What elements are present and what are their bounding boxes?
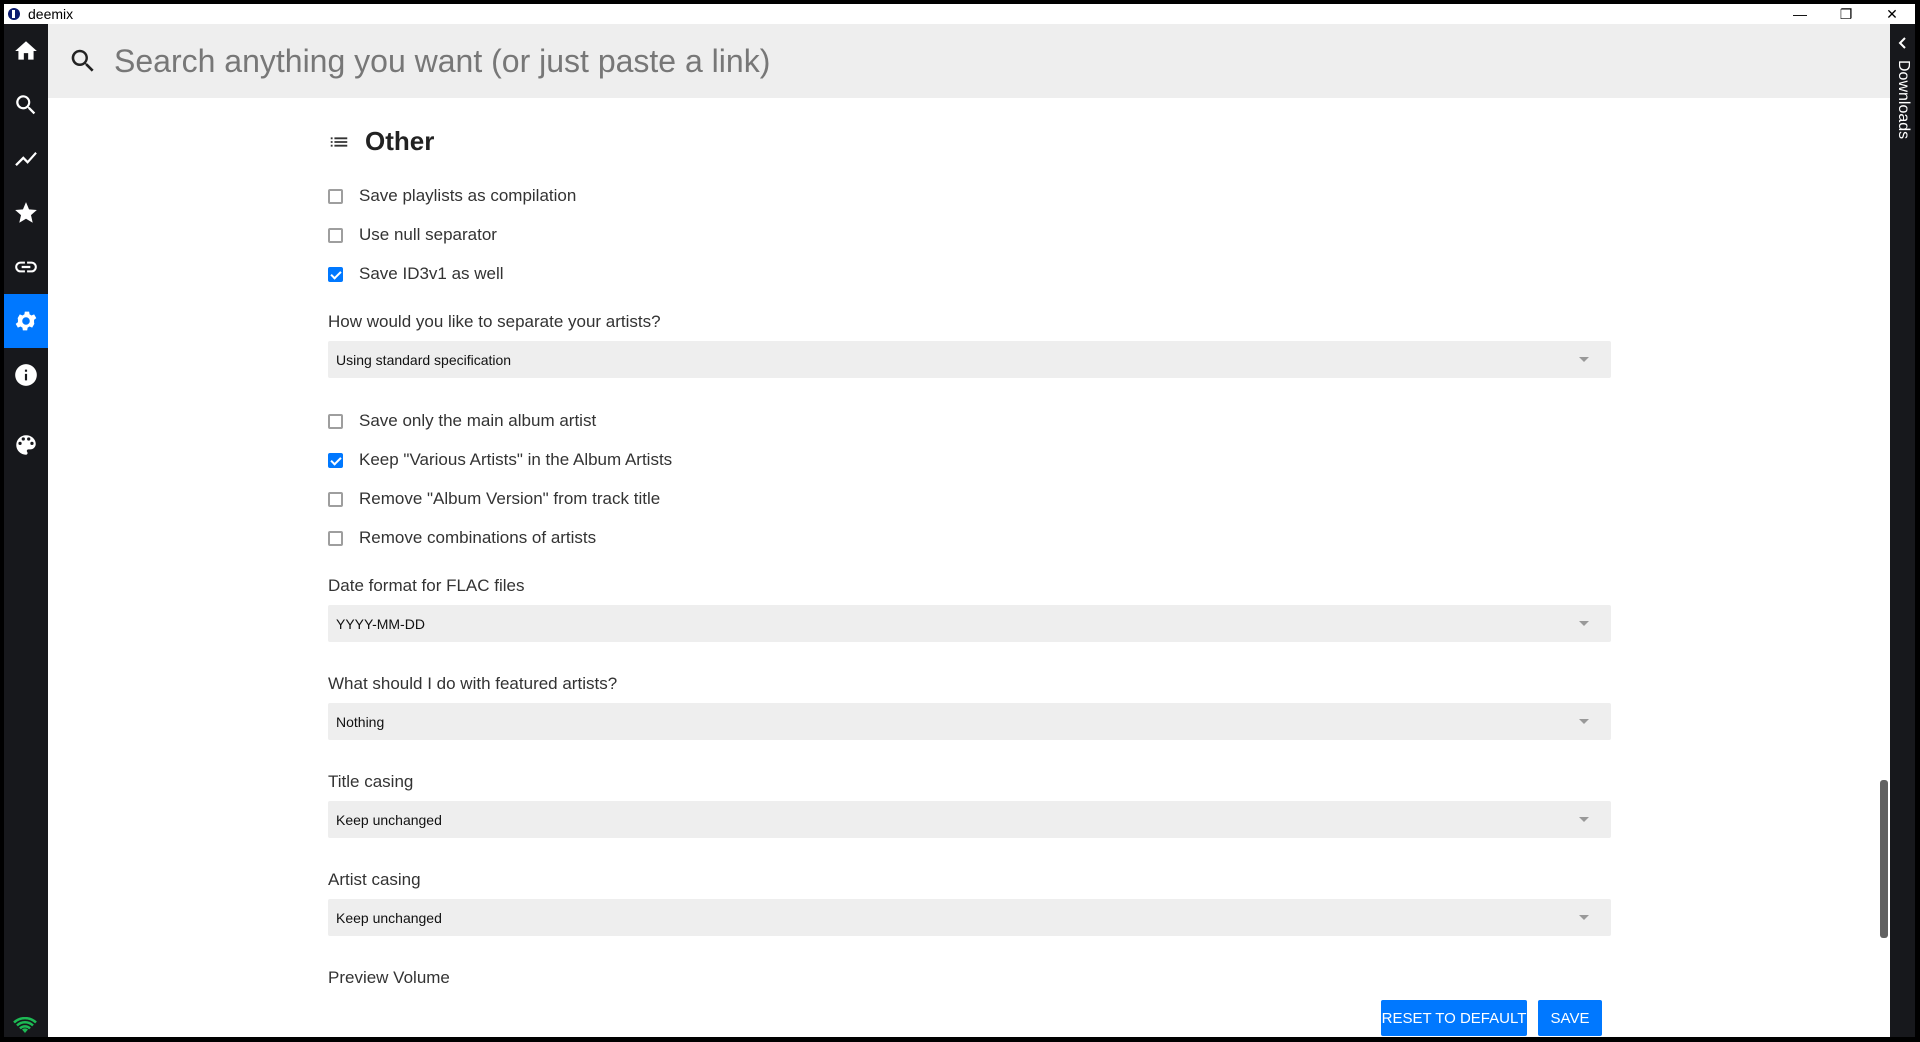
checkbox-remove-artist-combinations[interactable]: Remove combinations of artists [328,525,596,551]
link-icon [15,261,37,273]
checkbox-label: Save ID3v1 as well [359,264,504,283]
charts-icon [15,151,37,167]
select-value: YYYY-MM-DD [336,615,425,632]
artist-casing-label: Artist casing [328,870,421,889]
search-icon [16,95,36,115]
window-controls: — ❐ ✕ [1777,4,1915,24]
checkbox-label: Remove "Album Version" from track title [359,489,661,508]
select-value: Using standard specification [336,351,512,368]
title-casing-select[interactable]: Keep unchanged [328,801,1611,838]
palette-icon [16,435,36,455]
dropdown-caret-icon [1579,357,1589,362]
dropdown-caret-icon [1579,915,1589,920]
section-title: Other [365,126,435,156]
close-button[interactable]: ✕ [1869,4,1915,24]
dropdown-caret-icon [1579,621,1589,626]
checkbox[interactable] [328,227,343,243]
sidebar-item-search[interactable] [4,78,48,132]
sidebar-item-settings[interactable] [4,294,48,348]
minimize-button[interactable]: — [1777,4,1823,24]
list-icon [330,136,348,147]
checkbox-remove-album-version[interactable]: Remove "Album Version" from track title [328,486,660,512]
downloads-label: Downloads [1895,60,1912,140]
sidebar-item-theme[interactable] [4,418,48,472]
sidebar-item-charts[interactable] [4,132,48,186]
checkbox-save-id3v1[interactable]: Save ID3v1 as well [328,261,504,287]
select-value: Nothing [336,713,385,730]
featured-artists-select[interactable]: Nothing [328,703,1611,740]
search-icon [71,49,94,72]
checkbox[interactable] [328,413,343,429]
title-casing-label: Title casing [328,772,414,791]
checkbox-label: Use null separator [359,225,497,244]
checkbox-use-null-separator[interactable]: Use null separator [328,222,497,248]
checkbox-label: Remove combinations of artists [359,528,597,547]
checkbox-save-playlists-compilation[interactable]: Save playlists as compilation [328,183,576,209]
save-button[interactable]: SAVE [1538,1000,1602,1036]
checkbox[interactable] [328,530,343,546]
reset-to-default-button[interactable]: RESET TO DEFAULT [1381,1000,1527,1036]
sidebar [4,24,48,1037]
settings-content: Other Save playlists as compilation Use … [48,98,1880,1037]
wifi-icon [13,1017,37,1033]
checkbox-save-main-album-artist[interactable]: Save only the main album artist [328,408,596,434]
title-bar: deemix — ❐ ✕ [4,4,1915,24]
sidebar-item-link-analyzer[interactable] [4,240,48,294]
checkbox-checked[interactable] [328,452,343,468]
date-format-label: Date format for FLAC files [328,576,525,595]
section-header: Other [328,126,434,157]
artist-separator-label: How would you like to separate your arti… [328,312,661,331]
featured-artists-label: What should I do with featured artists? [328,674,618,693]
checkbox-label: Save only the main album artist [359,411,597,430]
sidebar-item-home[interactable] [4,24,48,78]
favorites-icon [15,202,37,223]
artist-separator-select[interactable]: Using standard specification [328,341,1611,378]
chevron-left-icon[interactable] [1896,36,1910,50]
checkbox-keep-various-artists[interactable]: Keep "Various Artists" in the Album Arti… [328,447,672,473]
checkbox[interactable] [328,491,343,507]
deemix-logo-icon [7,7,23,21]
home-icon [15,41,37,60]
checkbox-label: Save playlists as compilation [359,186,577,205]
info-icon [15,364,37,386]
checkbox[interactable] [328,188,343,204]
select-value: Keep unchanged [336,909,442,926]
artist-casing-select[interactable]: Keep unchanged [328,899,1611,936]
app-window: deemix — ❐ ✕ Search anything you want (o… [4,4,1915,1037]
dropdown-caret-icon [1579,719,1589,724]
restore-button[interactable]: ❐ [1823,4,1869,24]
search-bar [48,24,1890,98]
scrollbar-thumb[interactable] [1880,780,1888,938]
downloads-bar[interactable]: Downloads [1890,24,1915,1037]
search-input[interactable] [114,42,1614,80]
date-format-select[interactable]: YYYY-MM-DD [328,605,1611,642]
checkbox-checked[interactable] [328,266,343,282]
settings-icon [15,311,37,331]
checkbox-label: Keep "Various Artists" in the Album Arti… [359,450,673,469]
select-value: Keep unchanged [336,811,442,828]
sidebar-item-favorites[interactable] [4,186,48,240]
sidebar-item-about[interactable] [4,348,48,402]
preview-volume-label: Preview Volume [328,968,450,987]
dropdown-caret-icon [1579,817,1589,822]
window-title: deemix [28,6,74,22]
